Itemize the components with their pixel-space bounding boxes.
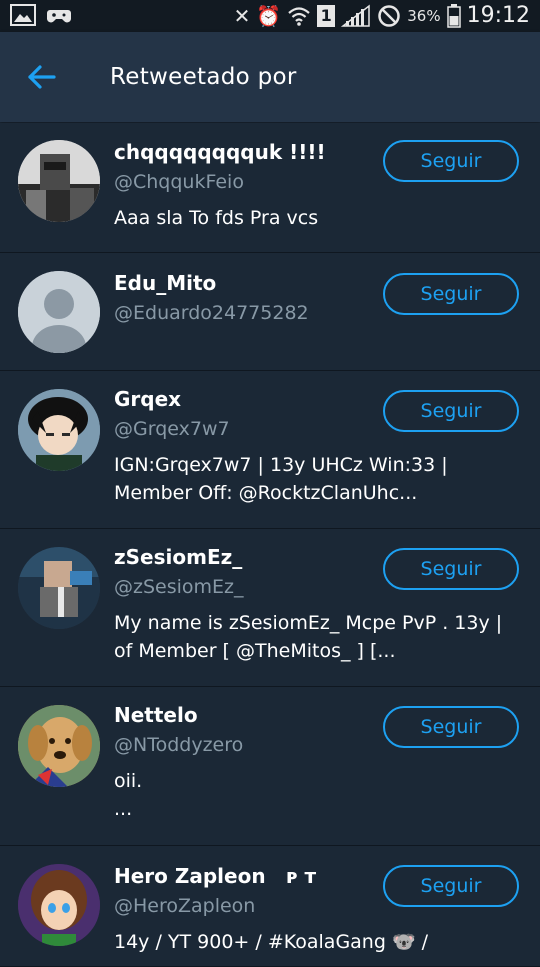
- follow-button[interactable]: Seguir: [383, 140, 519, 182]
- user-bio: oii. ...: [114, 770, 143, 820]
- user-bio: My name is zSesiomEz_ Mcpe PvP . 13y | o…: [114, 612, 503, 662]
- user-handle: @ChqqukFeio: [114, 171, 244, 193]
- page-title: Retweetado por: [110, 64, 297, 90]
- avatar[interactable]: [18, 389, 100, 471]
- user-handle: @NToddyzero: [114, 734, 244, 756]
- list-item[interactable]: Edu_Mito @Eduardo24775282 Seguir: [0, 253, 540, 371]
- follow-button[interactable]: Seguir: [383, 273, 519, 315]
- avatar[interactable]: [18, 705, 100, 787]
- list-item[interactable]: zSesiomEz_ @zSesiomEz_ My name is zSesio…: [0, 529, 540, 687]
- user-name: Nettelo: [114, 703, 198, 727]
- wifi-icon: [288, 7, 310, 26]
- sim-icon: 1: [317, 5, 336, 27]
- image-icon: [10, 4, 36, 26]
- user-bio: Aaa sla To fds Pra vcs: [114, 207, 319, 229]
- game-controller-icon: [47, 10, 71, 23]
- battery-icon: [446, 4, 461, 28]
- follow-button[interactable]: Seguir: [383, 548, 519, 590]
- user-name: zSesiomEz_: [114, 545, 243, 569]
- user-bio: 14y / YT 900+ / #KoalaGang 🐨 /: [114, 931, 429, 953]
- avatar[interactable]: [18, 547, 100, 629]
- user-handle: @HeroZapleon: [114, 895, 256, 917]
- user-name: chqqqqqqqquk !!!!: [114, 140, 326, 164]
- list-item[interactable]: Nettelo @NToddyzero oii. ... Seguir: [0, 687, 540, 846]
- list-item[interactable]: Grqex @Grqex7w7 IGN:Grqex7w7 | 13y UHCz …: [0, 371, 540, 529]
- back-arrow-icon[interactable]: [26, 62, 58, 92]
- user-handle: @zSesiomEz_: [114, 576, 244, 598]
- nfc-off-icon: ✕: [233, 4, 251, 28]
- list-item[interactable]: Hero Zapleon ᴘ ᴛ @HeroZapleon 14y / YT 9…: [0, 846, 540, 967]
- follow-button[interactable]: Seguir: [383, 865, 519, 907]
- user-handle: @Grqex7w7: [114, 418, 230, 440]
- avatar[interactable]: [18, 271, 100, 353]
- battery-percent: 36%: [407, 7, 441, 25]
- app-header: Retweetado por: [0, 32, 540, 122]
- user-name: Edu_Mito: [114, 271, 217, 295]
- list-item[interactable]: chqqqqqqqquk !!!! @ChqqukFeio Aaa sla To…: [0, 123, 540, 253]
- user-name: Grqex: [114, 387, 182, 411]
- user-bio: IGN:Grqex7w7 | 13y UHCz Win:33 | Member …: [114, 454, 448, 504]
- avatar[interactable]: [18, 864, 100, 946]
- follow-button[interactable]: Seguir: [383, 706, 519, 748]
- user-name: Hero Zapleon ᴘ ᴛ: [114, 864, 317, 888]
- alarm-icon: ⏰: [256, 4, 282, 28]
- status-bar: ✕ ⏰ 1 36% 19:12: [0, 0, 540, 32]
- user-handle: @Eduardo24775282: [114, 302, 309, 324]
- follow-button[interactable]: Seguir: [383, 390, 519, 432]
- avatar[interactable]: [18, 140, 100, 222]
- clock: 19:12: [466, 3, 530, 28]
- do-not-disturb-icon: [378, 5, 400, 27]
- user-list: chqqqqqqqquk !!!! @ChqqukFeio Aaa sla To…: [0, 123, 540, 967]
- signal-icon: [341, 4, 370, 27]
